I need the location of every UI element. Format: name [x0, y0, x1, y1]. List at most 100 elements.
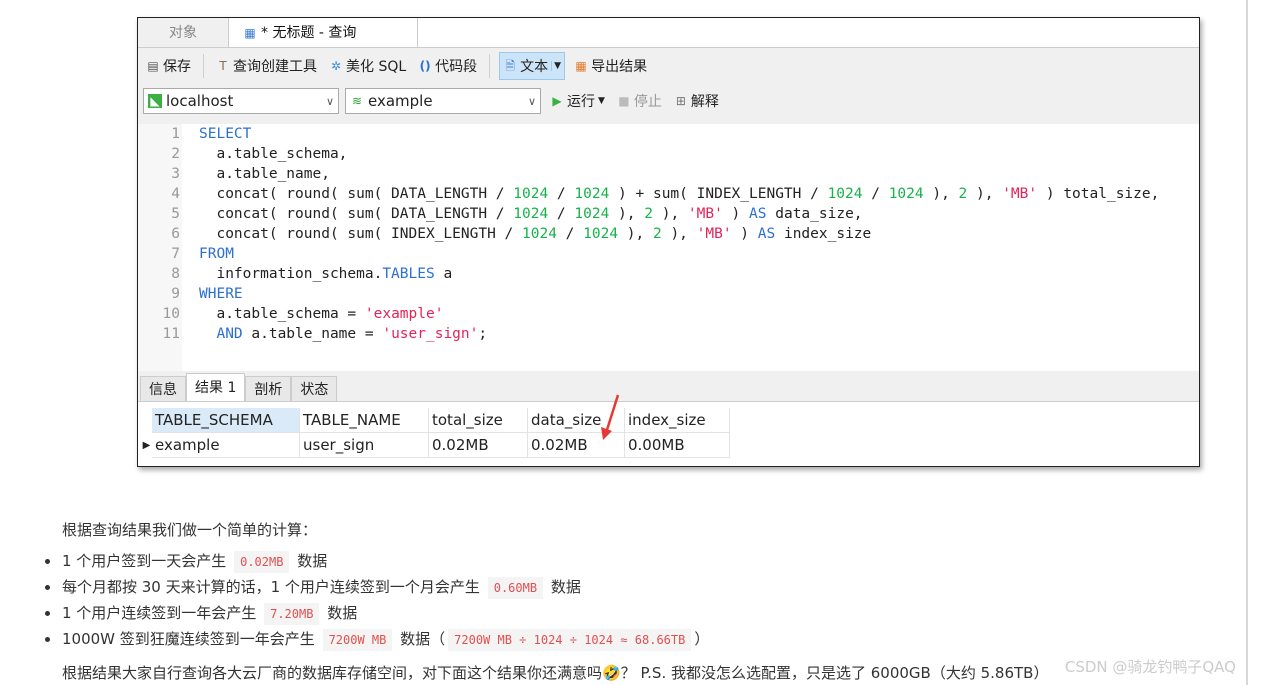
- tab-result-1[interactable]: 结果 1: [186, 373, 246, 401]
- code-text: a.table_schema,: [199, 144, 347, 164]
- code-token: ),: [652, 206, 688, 222]
- database-select[interactable]: ≋ example ∨: [345, 88, 541, 114]
- play-icon: ▶: [552, 94, 562, 108]
- line-number: 7: [171, 246, 180, 262]
- chevron-down-icon[interactable]: ▼: [598, 96, 605, 106]
- code-token: ),: [661, 226, 697, 242]
- column-header[interactable]: TABLE_NAME: [300, 408, 429, 433]
- code-token: ): [731, 226, 758, 242]
- mysql-icon: ◣: [148, 94, 162, 108]
- stop-label: 停止: [633, 94, 662, 110]
- save-button[interactable]: ▤ 保存: [143, 53, 194, 79]
- code-token: 1024: [574, 206, 610, 222]
- code-token: 1024: [522, 226, 557, 242]
- connection-bar: ◣ localhost ∨ ≋ example ∨ ▶ 运行 ▼ ■ 停止 ⊞ 解释: [138, 84, 1199, 118]
- export-results-button[interactable]: ▦ 导出结果: [571, 53, 650, 79]
- chevron-down-icon[interactable]: ▼: [551, 61, 561, 71]
- tab-status[interactable]: 状态: [291, 376, 338, 401]
- code-line[interactable]: 4 concat( round( sum( DATA_LENGTH / 1024…: [138, 184, 1159, 204]
- code-text: concat( round( sum( INDEX_LENGTH / 1024 …: [199, 224, 871, 244]
- code-line[interactable]: 2 a.table_schema,: [138, 144, 347, 164]
- cell[interactable]: user_sign: [300, 433, 429, 458]
- tab-profile[interactable]: 剖析: [245, 376, 292, 401]
- inline-code: 7200W MB: [322, 629, 393, 651]
- code-token: 'example': [364, 306, 444, 322]
- table-icon: ▦: [244, 25, 256, 40]
- calc-list: 1 个用户签到一天会产生 0.02MB 数据 每个月都按 30 天来计算的话，1…: [44, 548, 710, 652]
- divider: [203, 54, 204, 78]
- code-text: concat( round( sum( DATA_LENGTH / 1024 /…: [199, 204, 862, 224]
- list-item: 每个月都按 30 天来计算的话，1 个用户连续签到一个月会产生 0.60MB 数…: [44, 574, 709, 600]
- row-marker: [138, 408, 152, 433]
- code-line[interactable]: 3 a.table_name,: [138, 164, 330, 184]
- code-token: 'MB': [687, 206, 723, 222]
- explain-icon: ⊞: [675, 94, 686, 108]
- database-value: example: [368, 92, 433, 110]
- cell[interactable]: 0.00MB: [625, 433, 730, 458]
- item-text: 数据: [550, 578, 581, 596]
- tab-query[interactable]: ▦ * 无标题 - 查询: [228, 18, 418, 47]
- code-text: a.table_schema = 'example': [199, 304, 443, 324]
- column-header[interactable]: index_size: [625, 408, 730, 433]
- code-line[interactable]: 9 WHERE: [138, 284, 242, 304]
- line-number: 8: [171, 266, 180, 282]
- code-token: TABLES: [382, 266, 435, 282]
- tab-query-label: * 无标题 - 查询: [261, 24, 357, 41]
- beautify-sql-button[interactable]: ✲ 美化 SQL: [326, 53, 409, 79]
- cell[interactable]: 0.02MB: [429, 433, 528, 458]
- inline-code: 7200W MB ÷ 1024 ÷ 1024 ≈ 68.66TB: [448, 629, 692, 651]
- code-token: 1024: [513, 186, 549, 202]
- code-line[interactable]: 6 concat( round( sum( INDEX_LENGTH / 102…: [138, 224, 871, 244]
- tab-objects[interactable]: 对象: [138, 18, 228, 47]
- query-builder-button[interactable]: T 查询创建工具: [213, 53, 320, 79]
- code-text: a.table_name,: [199, 164, 330, 184]
- item-text: 数据: [327, 604, 358, 622]
- line-number: 2: [171, 146, 180, 162]
- tab-bar-empty: [418, 18, 1199, 47]
- code-token: a.table_schema,: [199, 146, 348, 162]
- code-token: concat( round( sum( DATA_LENGTH /: [199, 206, 514, 222]
- code-line[interactable]: 11 AND a.table_name = 'user_sign';: [138, 324, 488, 344]
- chevron-down-icon: ∨: [527, 94, 536, 108]
- code-token: /: [548, 206, 575, 222]
- code-line[interactable]: 5 concat( round( sum( DATA_LENGTH / 1024…: [138, 204, 862, 224]
- code-token: 'user_sign': [382, 326, 479, 342]
- code-token: ),: [618, 226, 653, 242]
- connection-select[interactable]: ◣ localhost ∨: [143, 88, 339, 114]
- tab-info[interactable]: 信息: [140, 376, 186, 401]
- grid-header: TABLE_SCHEMA TABLE_NAME total_size data_…: [138, 408, 1199, 433]
- table-row[interactable]: ▶ example user_sign 0.02MB 0.02MB 0.00MB: [138, 433, 1199, 458]
- code-token: WHERE: [199, 286, 243, 302]
- explain-button[interactable]: ⊞ 解释: [671, 88, 722, 114]
- stop-icon: ■: [618, 94, 630, 108]
- line-number: 3: [171, 166, 180, 182]
- code-token: 'MB': [696, 226, 732, 242]
- stop-button[interactable]: ■ 停止: [614, 88, 665, 114]
- code-token: information_schema.: [199, 266, 383, 282]
- snippet-button[interactable]: () 代码段: [415, 53, 480, 79]
- sql-editor[interactable]: 1 SELECT 2 a.table_schema, 3 a.table_name, 4…: [138, 124, 1199, 371]
- intro-paragraph: 根据查询结果我们做一个简单的计算：: [62, 521, 318, 539]
- watermark: CSDN @骑龙钓鸭子QAQ: [1064, 658, 1236, 676]
- code-text: WHERE: [199, 284, 243, 304]
- code-line[interactable]: 8 information_schema.TABLES a: [138, 264, 452, 284]
- code-text: concat( round( sum( DATA_LENGTH / 1024 /…: [199, 184, 1159, 204]
- code-token: FROM: [199, 246, 234, 262]
- column-header[interactable]: TABLE_SCHEMA: [152, 408, 300, 433]
- code-line[interactable]: 1 SELECT: [138, 124, 251, 144]
- cell[interactable]: example: [152, 433, 300, 458]
- item-text: ）: [694, 630, 710, 648]
- beautify-label: 美化 SQL: [346, 59, 407, 75]
- code-token: ) + sum( INDEX_LENGTH /: [609, 186, 828, 202]
- document-icon: 🗎: [505, 59, 515, 73]
- text-mode-button[interactable]: 🗎 文本 ▼: [499, 52, 566, 80]
- code-token: concat( round( sum( INDEX_LENGTH /: [199, 226, 523, 242]
- run-button[interactable]: ▶ 运行 ▼: [547, 88, 608, 114]
- code-token: AND: [199, 326, 243, 342]
- column-header[interactable]: total_size: [429, 408, 528, 433]
- code-line[interactable]: 10 a.table_schema = 'example': [138, 304, 444, 324]
- line-number: 1: [171, 126, 180, 142]
- code-token: 2: [652, 226, 662, 242]
- line-number: 11: [162, 326, 180, 342]
- code-line[interactable]: 7 FROM: [138, 244, 234, 264]
